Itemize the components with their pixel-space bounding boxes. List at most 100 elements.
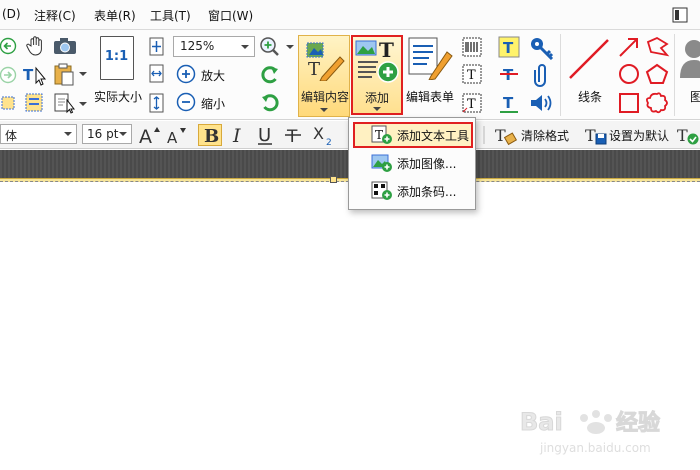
add-chevron-down-icon (373, 107, 381, 111)
fit-width-icon[interactable] (148, 64, 166, 84)
font-family-chevron-down-icon (64, 132, 72, 136)
strikeout-text-icon[interactable]: T (497, 63, 521, 85)
menu-item-add-barcode[interactable]: 添加条码... (353, 178, 473, 204)
add-button[interactable]: T 添加 (351, 35, 403, 115)
bold-icon: B (204, 126, 219, 147)
annotation-select-icon[interactable] (24, 92, 46, 114)
zoom-in-label[interactable]: 放大 (201, 67, 225, 84)
svg-text:T: T (467, 68, 476, 83)
svg-text:T: T (495, 126, 506, 145)
font-size-chevron-down-icon (119, 132, 127, 136)
svg-text:T: T (503, 94, 514, 112)
svg-text:T: T (23, 66, 34, 84)
add-dropdown-menu: T 添加文本工具 添加图像... 添加条码... (348, 117, 476, 210)
magnifier-icon[interactable] (259, 36, 283, 58)
stamp-label[interactable]: 图 (690, 88, 700, 105)
menu-item-view[interactable]: (D) (2, 7, 21, 21)
polyline-shape-icon[interactable] (645, 36, 671, 58)
oval-shape-icon[interactable] (617, 63, 641, 85)
add-text-icon: T (371, 125, 392, 144)
clear-format-icon[interactable]: T (494, 124, 518, 146)
edit-content-chevron-down-icon (320, 108, 328, 112)
highlight-text-icon[interactable]: T (497, 36, 521, 58)
attach-file-icon[interactable] (533, 62, 551, 88)
set-default-label[interactable]: 设置为默认 (609, 127, 669, 144)
zoom-in-icon[interactable] (176, 64, 196, 84)
svg-text:A: A (139, 126, 152, 146)
increase-font-icon[interactable]: A (138, 124, 162, 146)
app-window: (D) 注释(C) 表单(R) 工具(T) 窗口(W) T 1:1 实际大小 1… (0, 0, 700, 470)
actual-size-icon[interactable]: 1:1 (100, 36, 134, 80)
add-label: 添加 (365, 91, 390, 105)
rotate-left-icon[interactable] (259, 64, 281, 86)
barcode-field-icon[interactable] (461, 36, 483, 58)
cloud-shape-icon[interactable] (645, 92, 669, 114)
menu-item-form[interactable]: 表单(R) (94, 7, 136, 24)
magnifier-dropdown-icon[interactable] (286, 43, 294, 51)
subscript-icon[interactable]: X 2 (312, 124, 336, 146)
font-family-select[interactable]: 体 (0, 124, 77, 144)
pentagon-shape-icon[interactable] (645, 63, 669, 85)
svg-text:T: T (585, 126, 596, 145)
text-field-icon[interactable]: T (461, 63, 483, 85)
menu-item-add-text-tool[interactable]: T 添加文本工具 (353, 122, 473, 148)
fit-page-icon[interactable] (148, 37, 166, 57)
svg-text:Bai: Bai (520, 408, 563, 436)
back-arrow-icon[interactable] (0, 37, 18, 55)
edit-form-icon[interactable] (407, 36, 453, 80)
actual-size-label[interactable]: 实际大小 (94, 88, 142, 105)
clipboard-dropdown-icon[interactable] (79, 70, 87, 78)
watermark-url: jingyan.baidu.com (539, 441, 651, 455)
add-image-icon (371, 154, 392, 172)
document-cursor-dropdown-icon[interactable] (79, 100, 87, 108)
line-tool-icon[interactable] (566, 36, 612, 82)
svg-text:A: A (167, 129, 178, 146)
edit-content-label: 编辑内容 (301, 90, 350, 104)
bold-button[interactable]: B (198, 124, 222, 147)
clear-format-label[interactable]: 清除格式 (521, 127, 569, 144)
svg-text:T: T (503, 39, 514, 57)
menu-item-tools[interactable]: 工具(T) (150, 7, 191, 24)
decrease-font-icon[interactable]: A (165, 124, 189, 146)
select-text-icon[interactable]: T (22, 64, 48, 86)
clipboard-icon[interactable] (53, 62, 75, 86)
menu-item-window[interactable]: 窗口(W) (208, 7, 253, 24)
forward-arrow-icon[interactable] (0, 66, 18, 84)
snapshot-camera-icon[interactable] (53, 37, 77, 55)
edit-content-button[interactable]: T 编辑内容 (298, 35, 350, 117)
zoom-out-icon[interactable] (176, 92, 196, 112)
fit-visible-icon[interactable] (148, 92, 166, 114)
zoom-select[interactable]: 125% (173, 36, 255, 57)
typewriter-field-icon[interactable]: T (461, 92, 483, 114)
apply-format-icon[interactable]: T (676, 124, 700, 146)
hand-tool-icon[interactable] (26, 35, 46, 57)
svg-text:T: T (286, 127, 298, 146)
arrow-shape-icon[interactable] (617, 36, 641, 58)
font-size-select[interactable]: 16 pt (82, 124, 132, 144)
menu-item-comment[interactable]: 注释(C) (34, 7, 76, 24)
zoom-out-label[interactable]: 缩小 (201, 95, 225, 112)
select-area-icon[interactable] (0, 94, 18, 112)
underline-icon[interactable]: U (256, 124, 276, 146)
resize-handle[interactable] (330, 176, 337, 183)
strikethrough-icon[interactable]: T (284, 124, 304, 146)
italic-icon[interactable]: I (229, 124, 249, 146)
sound-icon[interactable] (529, 92, 555, 114)
rectangle-shape-icon[interactable] (617, 92, 641, 114)
stamp-icon[interactable] (678, 38, 700, 78)
svg-text:T: T (467, 97, 476, 112)
ribbon-separator (560, 34, 561, 116)
add-content-icon: T (355, 38, 399, 83)
svg-text:U: U (258, 125, 271, 146)
font-family-value: 体 (5, 129, 18, 143)
menu-item-add-image[interactable]: 添加图像... (353, 150, 473, 176)
key-icon[interactable] (529, 36, 555, 60)
document-cursor-icon[interactable] (53, 92, 77, 114)
edit-form-label[interactable]: 编辑表单 (406, 88, 454, 105)
add-barcode-icon (371, 181, 392, 200)
line-label[interactable]: 线条 (578, 88, 602, 105)
underline-text-icon[interactable]: T (497, 92, 521, 114)
panel-icon[interactable] (672, 7, 688, 23)
rotate-right-icon[interactable] (259, 92, 281, 114)
set-default-icon[interactable]: T (584, 124, 608, 146)
